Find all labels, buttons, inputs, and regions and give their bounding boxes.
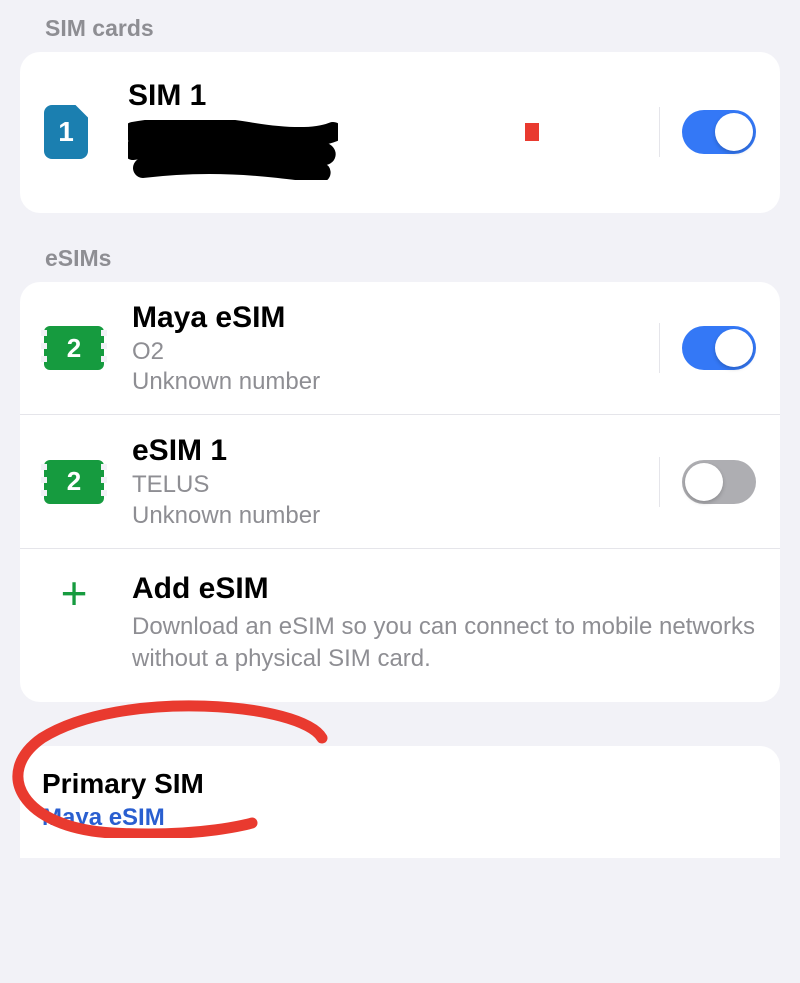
esim1-toggle[interactable] <box>682 460 756 504</box>
sim-text-col: SIM 1 <box>128 78 525 185</box>
primary-sim-row[interactable]: Primary SIM Maya eSIM <box>20 746 780 858</box>
sim-card-row[interactable]: 1 SIM 1 <box>20 52 780 213</box>
esim-carrier: TELUS <box>132 469 659 501</box>
esim-carrier: O2 <box>132 336 659 368</box>
sim-slot-number: 1 <box>58 116 74 148</box>
esim-row[interactable]: 2 Maya eSIM O2 Unknown number <box>20 282 780 414</box>
sim-icon: 1 <box>44 105 88 159</box>
section-header-esims: eSIMs <box>0 213 800 282</box>
esim-maya-toggle[interactable] <box>682 326 756 370</box>
redacted-scribble <box>128 120 338 180</box>
sim-cards-card: 1 SIM 1 <box>20 52 780 213</box>
esim-number-status: Unknown number <box>132 502 659 530</box>
esim-number-status: Unknown number <box>132 368 659 396</box>
plus-icon: + <box>44 571 104 615</box>
add-esim-row[interactable]: + Add eSIM Download an eSIM so you can c… <box>20 548 780 702</box>
toggle-container <box>659 457 756 507</box>
add-esim-title: Add eSIM <box>132 571 756 607</box>
primary-sim-value: Maya eSIM <box>42 804 758 832</box>
status-dot-icon <box>525 123 539 141</box>
add-esim-description: Download an eSIM so you can connect to m… <box>132 607 756 676</box>
primary-sim-label: Primary SIM <box>42 768 758 800</box>
esim-icon: 2 <box>44 326 104 370</box>
esim-slot-number: 2 <box>67 333 81 364</box>
esim-row[interactable]: 2 eSIM 1 TELUS Unknown number <box>20 414 780 547</box>
esim-title: Maya eSIM <box>132 300 659 336</box>
toggle-container <box>659 323 756 373</box>
esim-title: eSIM 1 <box>132 433 659 469</box>
esim-icon: 2 <box>44 460 104 504</box>
esims-card: 2 Maya eSIM O2 Unknown number 2 eSIM 1 T… <box>20 282 780 702</box>
esim-slot-number: 2 <box>67 466 81 497</box>
section-header-sim-cards: SIM cards <box>0 0 800 52</box>
toggle-container <box>659 107 756 157</box>
sim1-toggle[interactable] <box>682 110 756 154</box>
sim-title: SIM 1 <box>128 78 525 114</box>
